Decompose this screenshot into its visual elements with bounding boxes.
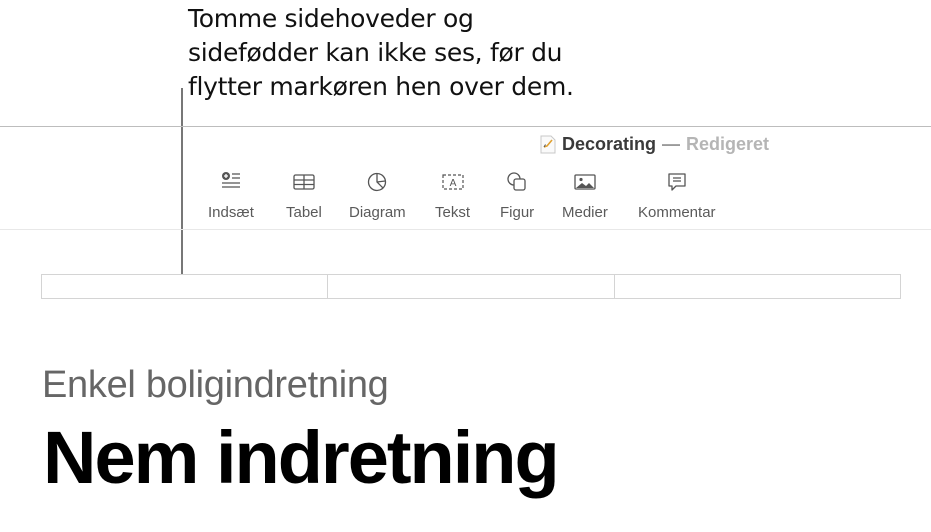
- callout-text: Tomme sidehoveder og sidefødder kan ikke…: [188, 2, 574, 104]
- toolbar-label: Kommentar: [638, 204, 716, 221]
- toolbar-label: Tekst: [435, 204, 471, 221]
- document-name: Decorating: [562, 134, 657, 154]
- header-field-left[interactable]: [42, 275, 329, 298]
- toolbar-label: Medier: [562, 204, 608, 221]
- text-box-icon: A: [441, 174, 464, 190]
- toolbar-shape-button[interactable]: Figur: [500, 170, 534, 221]
- toolbar-bottom-border: [0, 229, 931, 230]
- media-icon: [574, 174, 596, 190]
- callout-line: sidefødder kan ikke ses, før du: [188, 38, 563, 67]
- comment-icon: [668, 173, 686, 191]
- document-heading[interactable]: Nem indretning: [43, 415, 560, 500]
- page-header-fields: [41, 274, 901, 299]
- title-separator: —: [662, 134, 681, 154]
- shape-icon: [507, 172, 526, 191]
- toolbar-chart-button[interactable]: Diagram: [349, 170, 406, 221]
- toolbar-media-button[interactable]: Medier: [562, 170, 608, 221]
- header-field-center[interactable]: [328, 275, 615, 298]
- toolbar-comment-button[interactable]: Kommentar: [638, 170, 716, 221]
- insert-icon: [221, 172, 240, 188]
- toolbar-label: Figur: [500, 204, 535, 221]
- chart-icon: [368, 172, 387, 192]
- document-status: Redigeret: [686, 134, 770, 154]
- toolbar-top-border: [0, 126, 931, 127]
- table-icon: [293, 174, 315, 190]
- toolbar-label: Tabel: [286, 204, 322, 221]
- window-title: Decorating — Redigeret: [540, 134, 769, 155]
- callout-line: Tomme sidehoveder og: [188, 4, 474, 33]
- document-subtitle[interactable]: Enkel boligindretning: [42, 364, 389, 407]
- toolbar-label: Indsæt: [208, 204, 254, 221]
- toolbar-text-button[interactable]: A Tekst: [435, 170, 470, 221]
- toolbar-label: Diagram: [349, 204, 406, 221]
- callout-line: flytter markøren hen over dem.: [188, 72, 574, 101]
- toolbar-table-button[interactable]: Tabel: [286, 170, 322, 221]
- pages-document-icon: [540, 135, 556, 154]
- header-field-right[interactable]: [615, 275, 900, 298]
- callout-leader-line: [181, 88, 183, 274]
- svg-text:A: A: [449, 178, 456, 189]
- toolbar-insert-button[interactable]: Indsæt: [208, 170, 254, 221]
